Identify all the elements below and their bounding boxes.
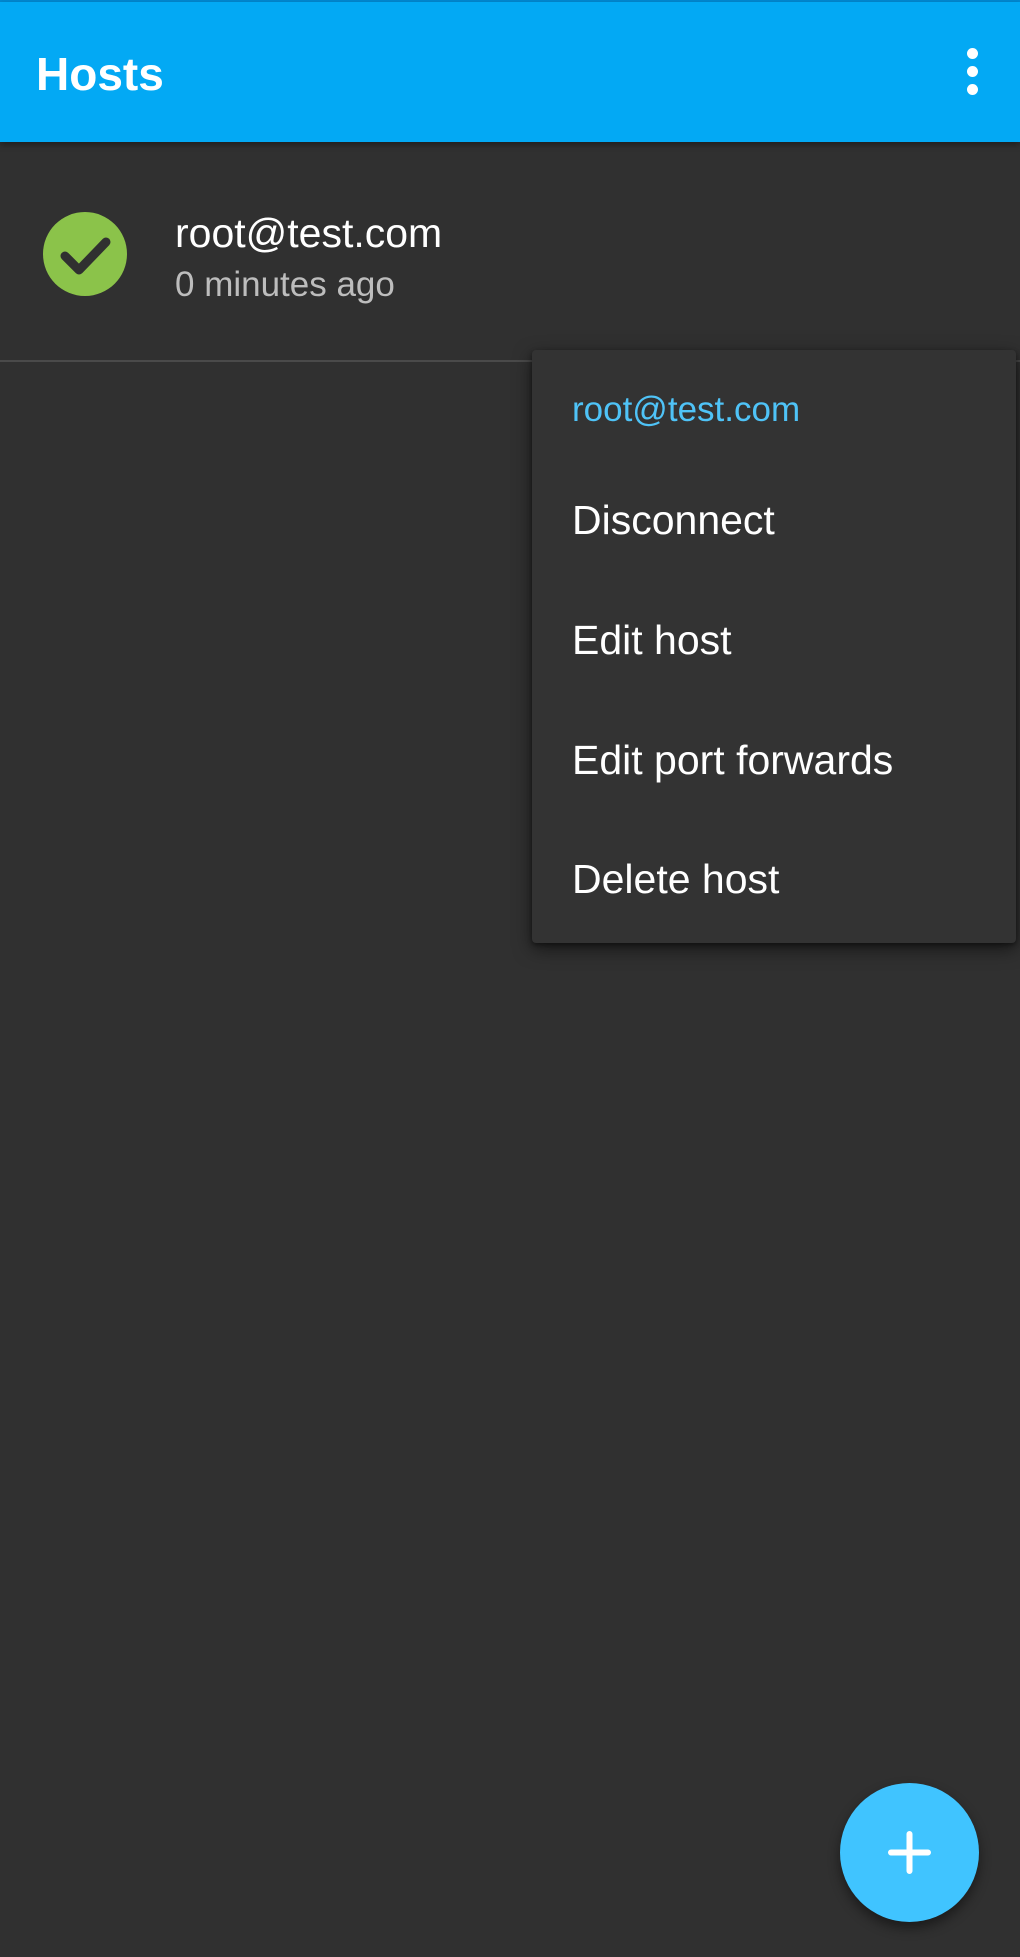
disconnect-menu-item[interactable]: Disconnect xyxy=(532,466,1016,576)
host-name: root@test.com xyxy=(175,210,443,256)
host-list-item[interactable]: root@test.com 0 minutes ago xyxy=(0,142,1020,360)
menu-item-label: Delete host xyxy=(572,856,780,902)
menu-item-label: Edit host xyxy=(572,617,732,663)
app-bar: Hosts xyxy=(0,2,1020,142)
context-menu: root@test.com Disconnect Edit host Edit … xyxy=(532,350,1016,943)
menu-item-label: Edit port forwards xyxy=(572,737,894,783)
host-last-connected: 0 minutes ago xyxy=(175,265,395,304)
delete-host-menu-item[interactable]: Delete host xyxy=(532,825,1016,935)
more-vert-icon[interactable] xyxy=(942,36,1002,106)
edit-port-forwards-menu-item[interactable]: Edit port forwards xyxy=(532,706,1016,816)
context-menu-header: root@test.com xyxy=(572,390,801,429)
edit-host-menu-item[interactable]: Edit host xyxy=(532,586,1016,696)
page-title: Hosts xyxy=(36,48,164,100)
plus-icon xyxy=(888,1831,931,1874)
check-circle-icon xyxy=(43,212,127,296)
add-host-button[interactable] xyxy=(840,1783,979,1922)
menu-item-label: Disconnect xyxy=(572,497,775,543)
